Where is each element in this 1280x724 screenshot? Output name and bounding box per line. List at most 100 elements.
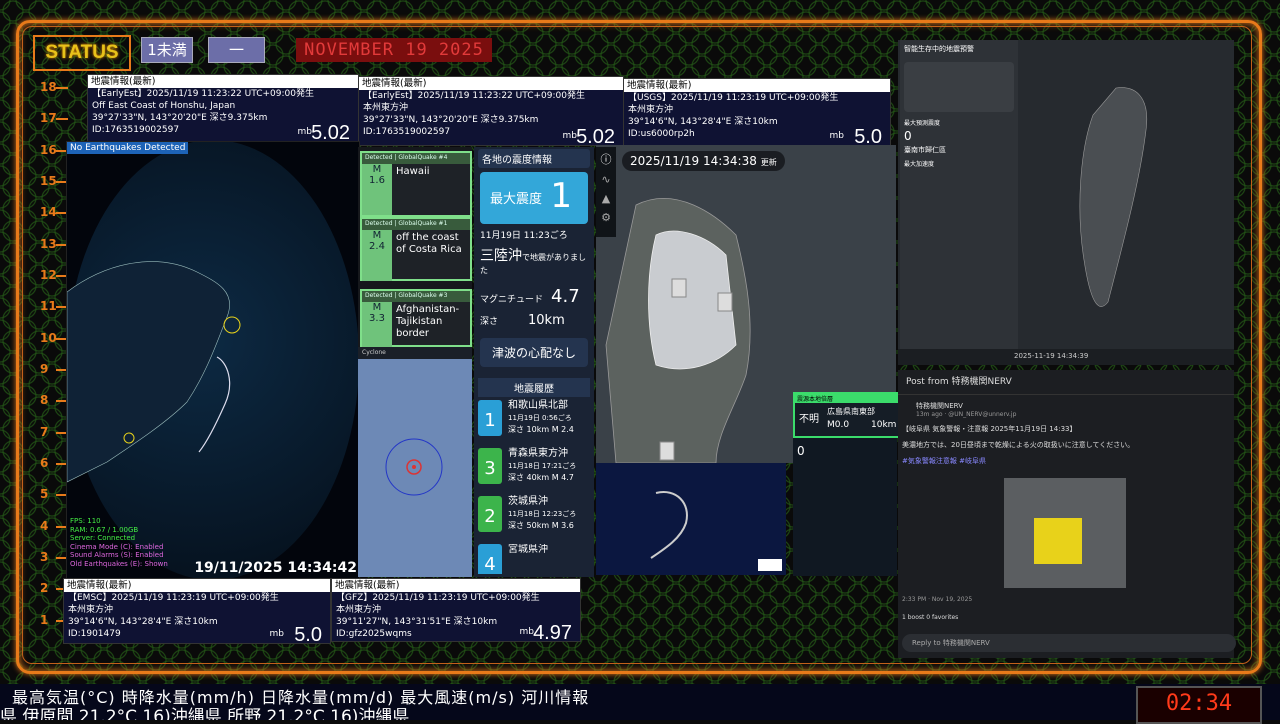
panel-region: 本州東方沖 xyxy=(628,105,674,115)
date-banner: NOVEMBER 19 2025 xyxy=(296,38,492,62)
history-time: 11月19日 0:56ごろ xyxy=(508,414,572,422)
panel-header: 地震情報(最新) xyxy=(359,77,623,90)
globe-land xyxy=(67,261,241,483)
stat-line: Server: Connected xyxy=(70,534,136,542)
quake-time: 11月19日 11:23ごろ xyxy=(480,231,568,241)
history-row[interactable]: 1 和歌山県北部 11月19日 0:56ごろ 深さ 10km M 2.4 xyxy=(478,400,590,446)
mag-unit: mb xyxy=(269,629,284,639)
realtime-shindo: 震源本地倍層 不明 広島県南東部 M0.0 10km 0 xyxy=(793,392,901,576)
max-intensity-box: 最大震度 1 xyxy=(480,172,588,224)
history-mag: M 2.4 xyxy=(551,425,574,434)
post-text1: 【岐阜県 気象警報・注意報 2025年11月19日 14:33】 xyxy=(902,425,1077,433)
history-row[interactable]: 3 青森県東方沖 11月18日 17:21ごろ 深さ 40km M 4.7 xyxy=(478,448,590,494)
detected-card[interactable]: Detected | GlobalQuake #3 M 3.3 Afghanist… xyxy=(360,289,472,353)
panel-coords: 39°14'6"N, 143°28'4"E 深さ10km xyxy=(68,617,218,627)
cyclone-label: Cyclone xyxy=(358,347,472,359)
tsunami-status: 津波の心配なし xyxy=(480,338,588,367)
mag-value: 3.3 xyxy=(369,313,385,324)
mag-unit: mb xyxy=(519,627,534,637)
magnitude-value: 5.02 xyxy=(576,126,615,148)
panel-source-line: 【EarlyEst】2025/11/19 11:23:22 UTC+09:00発… xyxy=(92,89,314,99)
mag-letter: M xyxy=(372,164,382,175)
detected-name: Afghanistan-Tajikistan border xyxy=(396,304,460,339)
history-max: 1 xyxy=(478,400,502,436)
warning-icon[interactable]: ▲ xyxy=(596,192,616,205)
magnitude-value: 5.0 xyxy=(854,126,882,148)
post-image[interactable] xyxy=(1004,478,1126,588)
history-max: 3 xyxy=(478,448,502,484)
detected-name: Hawaii xyxy=(396,166,430,177)
panel-source-line: 【GFZ】2025/11/19 11:23:19 UTC+09:00発生 xyxy=(336,593,540,603)
post-tags[interactable]: #気象警報注意報 #岐阜県 xyxy=(898,450,1234,466)
detected-card[interactable]: Detected | GlobalQuake #1 M 2.4 off the c… xyxy=(360,217,472,281)
panel-source-line: 【EarlyEst】2025/11/19 11:23:22 UTC+09:00発… xyxy=(363,91,585,101)
gear-icon[interactable]: ⚙ xyxy=(596,211,616,224)
cyclone-map xyxy=(385,438,443,496)
dash-badge: 一 xyxy=(208,37,265,63)
history-mag: M 4.7 xyxy=(551,473,574,482)
mag-label: マグニチュード xyxy=(480,295,544,305)
post-text2: 美濃地方では、20日昼頃まで乾燥による火の取扱いに注意してください。 xyxy=(902,441,1135,449)
mag-unit: mb xyxy=(297,127,312,137)
history-place: 青森県東方沖 xyxy=(508,448,568,459)
intensity-badge: 1未満 xyxy=(141,37,193,63)
history-place: 茨城県沖 xyxy=(508,496,548,507)
history-place: 宮城県沖 xyxy=(508,544,548,555)
history-title: 地震履歴 xyxy=(478,378,590,397)
shindo-unknown: 不明 xyxy=(799,414,819,425)
history-mag: M 3.6 xyxy=(551,521,574,530)
stat-line: RAM: 0.67 / 1.00GB xyxy=(70,525,139,534)
map-time: 2025/11/19 14:34:38 xyxy=(630,154,757,168)
panel-coords: 39°14'6"N, 143°28'4"E 深さ10km xyxy=(628,117,778,127)
panel-region: 本州東方沖 xyxy=(68,605,114,615)
post-handle: 13m ago · @UN_NERV@unnerv.jp xyxy=(916,411,1017,418)
detected-header: Detected | GlobalQuake #1 xyxy=(362,219,470,230)
taiwan-time: 2025-11-19 14:34:39 xyxy=(1014,352,1089,360)
quake-info-gfz: 地震情報(最新) 【GFZ】2025/11/19 11:23:19 UTC+09… xyxy=(331,578,581,643)
shindo-mag: M0.0 xyxy=(827,420,850,430)
shindo-depth: 10km xyxy=(871,420,897,430)
detected-mag-box: M 1.6 xyxy=(362,164,392,215)
post-stats: 1 boost 0 favorites xyxy=(902,614,959,621)
quake-history: 地震履歴 1 和歌山県北部 11月19日 0:56ごろ 深さ 10km M 2.4 … xyxy=(474,376,594,576)
panel-source-line: 【EMSC】2025/11/19 11:23:19 UTC+09:00発生 xyxy=(68,593,279,603)
panel-id: ID:1901479 xyxy=(68,629,121,639)
nied-monitor xyxy=(596,463,786,575)
panel-id: ID:us6000rp2h xyxy=(628,129,695,139)
history-depth: 深さ 50km xyxy=(508,521,550,530)
history-row[interactable]: 2 茨城県沖 11月18日 12:23ごろ 深さ 50km M 3.6 xyxy=(478,496,590,542)
history-depth: 深さ 10km xyxy=(508,425,550,434)
info-icon[interactable]: ⓘ xyxy=(596,151,616,167)
reply-input[interactable]: Reply to 特務機関NERV xyxy=(902,634,1236,652)
globe-clock: 19/11/2025 14:34:42 xyxy=(194,560,357,576)
quake-place: 三陸沖 xyxy=(480,248,522,264)
quake-info-earlyest-jp: 地震情報(最新) 【EarlyEst】2025/11/19 11:23:22 U… xyxy=(358,76,624,148)
max-intensity-label: 最大震度 xyxy=(490,192,543,207)
magnitude-value: 5.02 xyxy=(311,122,350,144)
detected-header: Detected | GlobalQuake #3 xyxy=(362,291,470,302)
wave-icon[interactable]: ∿ xyxy=(596,173,616,186)
depth-label: 深さ xyxy=(480,317,499,327)
globe-stats: FPS: 110 RAM: 0.67 / 1.00GB Server: Conn… xyxy=(70,517,168,568)
scale-tick: 17 xyxy=(40,111,70,125)
panel-header: 地震情報(最新) xyxy=(332,579,580,592)
stat-line: FPS: 110 xyxy=(70,517,101,525)
stat-line: Old Earthquakes (E): Shown xyxy=(70,559,168,568)
detected-card[interactable]: Detected | GlobalQuake #4 M 1.6 Hawaii xyxy=(360,151,472,217)
mag-unit: mb xyxy=(829,131,844,141)
taiwan-warning: 智能生存中的地震預警 最大預測震度 0 臺南市歸仁區 最大加速度 2025-11… xyxy=(898,40,1234,365)
history-row[interactable]: 4 宮城県沖 xyxy=(478,544,590,574)
mag-value: 2.4 xyxy=(369,241,385,252)
panel-header: 地震情報(最新) xyxy=(64,579,330,592)
post-user: 特務機関NERV xyxy=(916,402,963,410)
mag-letter: M xyxy=(372,230,382,241)
history-time: 11月18日 17:21ごろ xyxy=(508,462,577,470)
cyclone-panel: Cyclone xyxy=(358,347,472,577)
globe-view[interactable]: No Earthquakes Detected FPS: 110 RAM: 0.… xyxy=(66,141,360,579)
detected-list: Detected | GlobalQuake #4 M 1.6 Hawaii De… xyxy=(358,147,472,353)
mag-letter: M xyxy=(372,302,382,313)
panel-region: 本州東方沖 xyxy=(363,103,409,113)
map-toolbar: ⓘ ∿ ▲ ⚙ xyxy=(596,147,616,237)
panel-region: 本州東方沖 xyxy=(336,605,382,615)
status-label: STATUS xyxy=(33,35,131,71)
